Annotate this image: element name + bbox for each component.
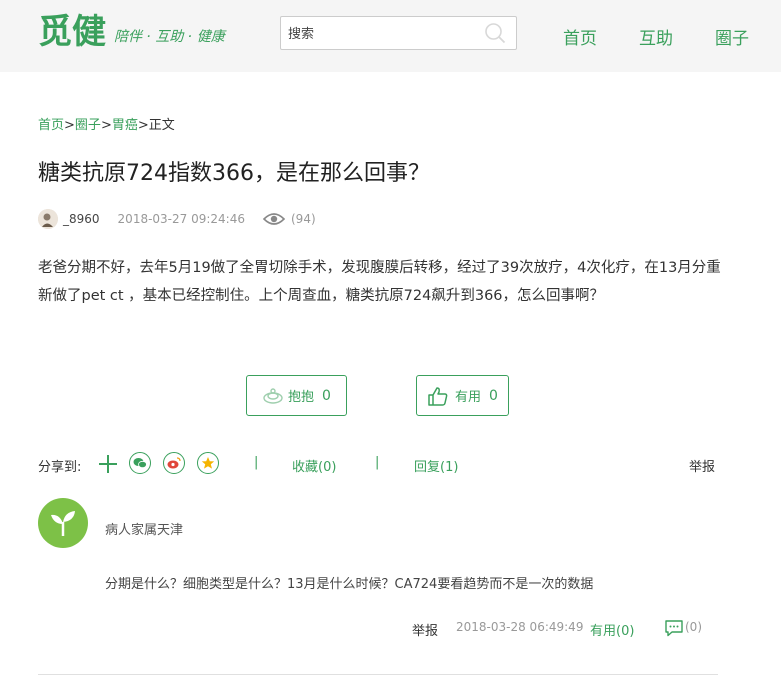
logo-text: 觅健 [38, 12, 106, 52]
breadcrumb: 首页>圈子>胃癌>正文 [38, 114, 175, 133]
search-box [280, 16, 517, 50]
star-icon [201, 457, 215, 469]
share-bar: 分享到: | 收藏(0) | 回复(1) 举报 [38, 452, 728, 476]
weibo-icon[interactable] [163, 452, 185, 474]
report-reply-link[interactable]: 举报 [412, 620, 438, 639]
post-meta: _8960 2018-03-27 09:24:46 (94) [38, 208, 316, 230]
hug-icon [263, 387, 283, 404]
logo-slogan: 陪伴 · 互助 · 健康 [114, 29, 225, 45]
breadcrumb-current: 正文 [148, 118, 175, 133]
useful-label: 有用 [455, 390, 482, 405]
hug-count: 0 [322, 387, 331, 404]
search-input[interactable] [281, 17, 471, 49]
breadcrumb-separator: > [137, 118, 149, 133]
share-label: 分享到: [38, 460, 82, 475]
favorite-link[interactable]: 收藏(0) [292, 456, 336, 475]
divider [38, 674, 718, 675]
separator: | [254, 455, 259, 470]
eye-icon [263, 213, 285, 225]
breadcrumb-home[interactable]: 首页 [38, 118, 64, 133]
useful-count: 0 [489, 387, 498, 404]
report-post-link[interactable]: 举报 [689, 456, 715, 475]
sprout-icon [51, 511, 75, 536]
plus-icon[interactable] [98, 454, 118, 474]
reply-link[interactable]: 回复(1) [414, 456, 458, 475]
breadcrumb-separator: > [64, 118, 75, 133]
breadcrumb-gastric-cancer[interactable]: 胃癌 [112, 118, 138, 133]
view-count: (94) [291, 212, 316, 226]
wechat-glyph-icon [133, 458, 147, 469]
author-name[interactable]: _8960 [63, 212, 100, 226]
reply-time: 2018-03-28 06:49:49 [456, 620, 584, 634]
site-header: 觅健 陪伴 · 互助 · 健康 首页 互助 圈子 [0, 0, 781, 72]
breadcrumb-separator: > [100, 118, 112, 133]
site-logo[interactable]: 觅健 陪伴 · 互助 · 健康 [38, 12, 225, 52]
avatar-image-icon [38, 209, 58, 229]
weibo-glyph-icon [167, 457, 181, 469]
reply-comment-count: (0) [685, 620, 702, 634]
post-body: 老爸分期不好，去年5月19做了全胃切除手术，发现腹膜后转移，经过了39次放疗，4… [38, 260, 721, 304]
comment-icon[interactable] [664, 619, 684, 637]
qzone-icon[interactable] [197, 452, 219, 474]
wechat-icon[interactable] [129, 452, 151, 474]
reply-author[interactable]: 病人家属天津 [105, 519, 183, 538]
reply-avatar[interactable] [38, 498, 88, 548]
hug-label: 抱抱 [288, 390, 315, 405]
reply-useful-link[interactable]: 有用(0) [590, 620, 634, 639]
search-icon[interactable] [484, 22, 506, 44]
separator: | [375, 455, 380, 470]
breadcrumb-circles[interactable]: 圈子 [75, 118, 101, 133]
reply-content: 分期是什么？细胞类型是什么？13月是什么时候？CA724要看趋势而不是一次的数据 [105, 577, 594, 592]
author-avatar[interactable] [38, 209, 58, 229]
post-time: 2018-03-27 09:24:46 [117, 212, 245, 226]
nav-home[interactable]: 首页 [563, 24, 597, 49]
hug-button[interactable]: 抱抱 0 [246, 375, 347, 416]
nav-circles[interactable]: 圈子 [715, 24, 749, 49]
nav-mutual-help[interactable]: 互助 [639, 24, 673, 49]
post-title: 糖类抗原724指数366，是在那么回事？ [38, 161, 430, 186]
useful-button[interactable]: 有用 0 [416, 375, 509, 416]
thumbs-up-icon [428, 386, 448, 406]
